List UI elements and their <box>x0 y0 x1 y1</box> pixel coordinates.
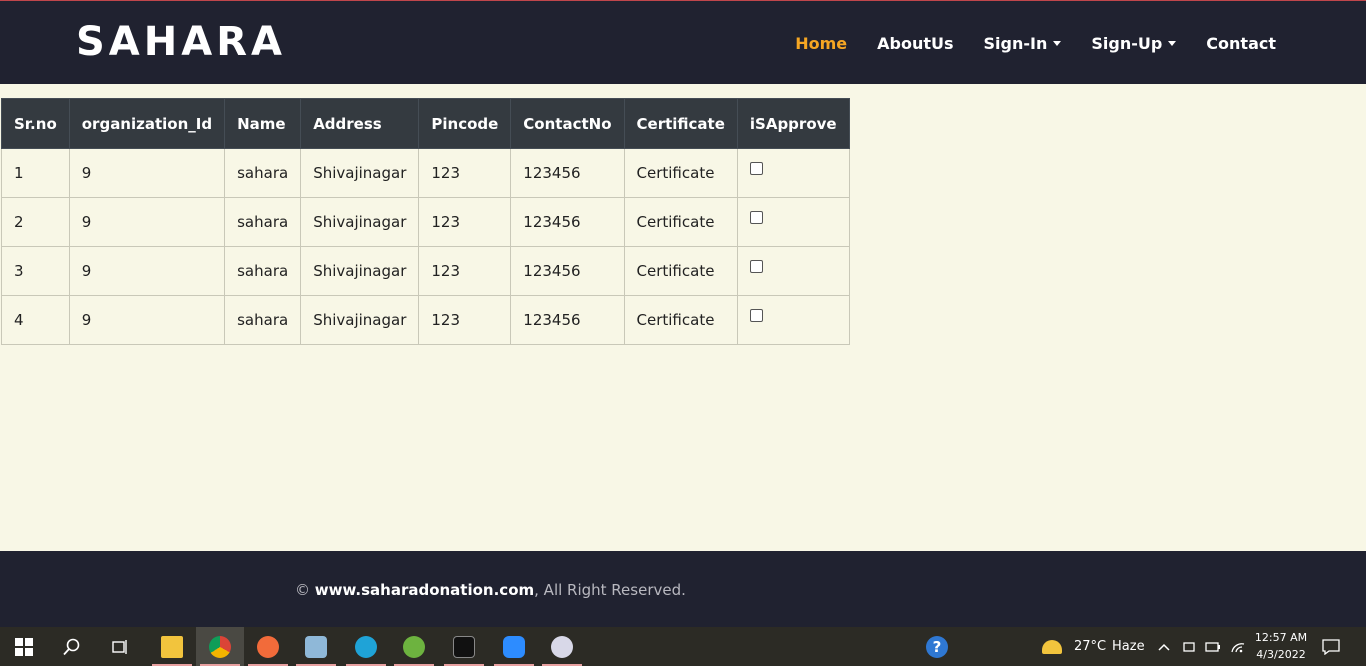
footer-suffix: , All Right Reserved. <box>534 581 686 599</box>
cell-isapprove <box>736 246 850 296</box>
approve-checkbox[interactable] <box>749 162 763 175</box>
table-row: 2 9 sahara Shivajinagar 123 123456 Certi… <box>1 197 850 247</box>
col-certificate: Certificate <box>623 98 738 149</box>
notepad-icon[interactable] <box>292 627 340 666</box>
weather-temp[interactable]: 27°C <box>1074 627 1106 666</box>
nav-home[interactable]: Home <box>795 34 847 53</box>
cell-organization-id: 9 <box>68 295 226 345</box>
nav-contact[interactable]: Contact <box>1206 34 1276 53</box>
wifi-icon[interactable] <box>1230 627 1246 666</box>
cell-name: sahara <box>224 148 302 198</box>
footer: © www.saharadonation.com, All Right Rese… <box>0 551 1366 627</box>
col-name: Name <box>224 98 302 149</box>
col-contactno: ContactNo <box>510 98 625 149</box>
table-header-row: Sr.no organization_Id Name Address Pinco… <box>1 98 850 149</box>
weather-moon-icon[interactable] <box>1042 627 1062 666</box>
weather-desc-label: Haze <box>1112 639 1145 654</box>
organizations-table-wrap: Sr.no organization_Id Name Address Pinco… <box>1 98 850 345</box>
app-orange-icon[interactable] <box>244 627 292 666</box>
chrome-icon[interactable] <box>196 627 244 666</box>
organizations-table: Sr.no organization_Id Name Address Pinco… <box>1 98 850 345</box>
battery-icon[interactable] <box>1205 627 1221 666</box>
nav-home-label: Home <box>795 34 848 53</box>
table-row: 4 9 sahara Shivajinagar 123 123456 Certi… <box>1 295 850 345</box>
cell-contactno: 123456 <box>510 295 625 345</box>
weather-temp-label: 27°C <box>1074 639 1107 654</box>
cell-name: sahara <box>224 246 302 296</box>
zoom-icon[interactable] <box>490 627 538 666</box>
navbar: SAHARA Home AboutUs Sign-In Sign-Up Cont… <box>0 0 1366 84</box>
caret-down-icon <box>1053 41 1062 46</box>
cell-srno: 4 <box>1 295 70 345</box>
col-address: Address <box>300 98 420 149</box>
col-isapprove: iSApprove <box>736 98 850 149</box>
file-explorer-icon[interactable] <box>148 627 196 666</box>
paint-icon[interactable] <box>538 627 586 666</box>
cell-certificate-link[interactable]: Certificate <box>623 246 738 296</box>
copyright-symbol: © <box>295 581 310 599</box>
cell-address: Shivajinagar <box>300 295 420 345</box>
nav-sign-in-label: Sign-In <box>983 34 1048 53</box>
mysql-terminal-icon[interactable] <box>440 627 488 666</box>
chevron-up-icon[interactable] <box>1157 627 1171 666</box>
task-view-icon[interactable] <box>96 627 144 666</box>
nav-sign-up-label: Sign-Up <box>1091 34 1163 53</box>
cell-srno: 1 <box>1 148 70 198</box>
clock-time: 12:57 AM <box>1254 631 1308 644</box>
footer-site-link[interactable]: www.saharadonation.com <box>315 581 534 599</box>
clock-date: 4/3/2022 <box>1256 648 1306 661</box>
cell-organization-id: 9 <box>68 148 226 198</box>
cell-pincode: 123 <box>418 148 512 198</box>
clock[interactable]: 12:57 AM 4/3/2022 <box>1252 629 1310 663</box>
nav-menu: Home AboutUs Sign-In Sign-Up Contact <box>795 34 1276 53</box>
cell-address: Shivajinagar <box>300 197 420 247</box>
cell-organization-id: 9 <box>68 197 226 247</box>
search-icon[interactable] <box>48 627 96 666</box>
notifications-icon[interactable] <box>1322 627 1340 666</box>
brand-logo[interactable]: SAHARA <box>76 19 286 65</box>
nav-aboutus-label: AboutUs <box>877 34 954 53</box>
windows-taskbar: ? 27°C Haze 12:57 AM 4/3/2022 <box>0 627 1366 666</box>
cell-contactno: 123456 <box>510 148 625 198</box>
cell-contactno: 123456 <box>510 197 625 247</box>
cell-pincode: 123 <box>418 246 512 296</box>
nav-contact-label: Contact <box>1206 34 1276 53</box>
weather-desc[interactable]: Haze <box>1112 627 1145 666</box>
nav-sign-in-dropdown[interactable]: Sign-In <box>984 34 1062 53</box>
cell-certificate-link[interactable]: Certificate <box>623 148 738 198</box>
help-icon[interactable]: ? <box>926 627 948 666</box>
cell-certificate-link[interactable]: Certificate <box>623 295 738 345</box>
table-row: 3 9 sahara Shivajinagar 123 123456 Certi… <box>1 246 850 296</box>
cell-pincode: 123 <box>418 197 512 247</box>
cell-contactno: 123456 <box>510 246 625 296</box>
spring-tool-icon[interactable] <box>390 627 438 666</box>
cell-address: Shivajinagar <box>300 148 420 198</box>
approve-checkbox[interactable] <box>749 309 763 322</box>
cell-name: sahara <box>224 295 302 345</box>
cell-name: sahara <box>224 197 302 247</box>
cell-srno: 3 <box>1 246 70 296</box>
table-row: 1 9 sahara Shivajinagar 123 123456 Certi… <box>1 148 850 198</box>
edge-icon[interactable] <box>342 627 390 666</box>
cell-isapprove <box>736 148 850 198</box>
caret-down-icon <box>1168 41 1177 46</box>
col-pincode: Pincode <box>418 98 512 149</box>
cell-isapprove <box>736 295 850 345</box>
footer-copyright: © www.saharadonation.com, All Right Rese… <box>295 581 686 599</box>
meet-now-icon[interactable] <box>1182 627 1196 666</box>
windows-start-icon[interactable] <box>0 627 48 666</box>
cell-certificate-link[interactable]: Certificate <box>623 197 738 247</box>
cell-pincode: 123 <box>418 295 512 345</box>
approve-checkbox[interactable] <box>749 211 763 224</box>
col-srno: Sr.no <box>1 98 70 149</box>
nav-aboutus[interactable]: AboutUs <box>877 34 953 53</box>
col-organization-id: organization_Id <box>68 98 226 149</box>
approve-checkbox[interactable] <box>749 260 763 273</box>
cell-organization-id: 9 <box>68 246 226 296</box>
cell-srno: 2 <box>1 197 70 247</box>
cell-isapprove <box>736 197 850 247</box>
cell-address: Shivajinagar <box>300 246 420 296</box>
nav-sign-up-dropdown[interactable]: Sign-Up <box>1091 34 1177 53</box>
